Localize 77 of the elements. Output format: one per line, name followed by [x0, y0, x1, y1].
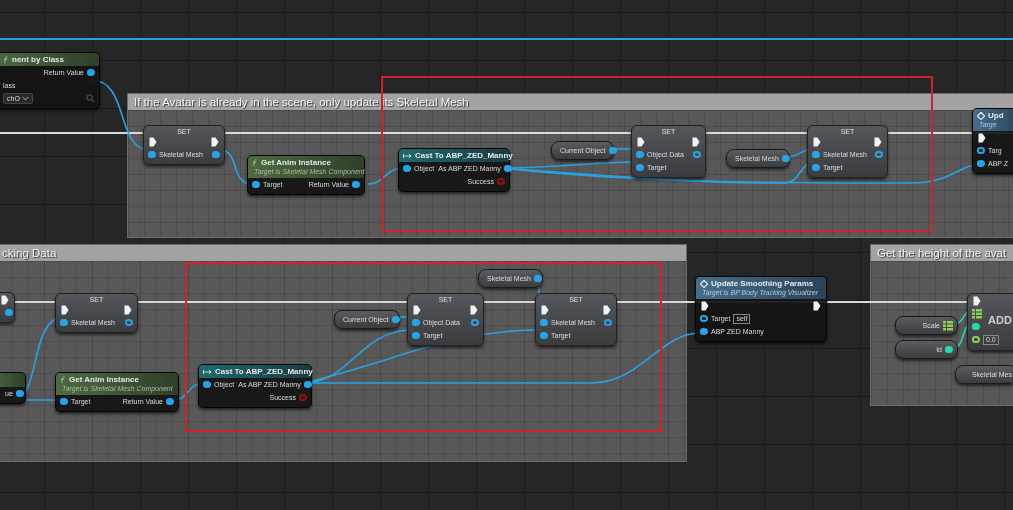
comment-title: If the Avatar is already in the scene, only update its Skeletal Mesh [128, 94, 1013, 110]
caret-icon [21, 96, 29, 101]
pin-connector-icon[interactable] [87, 69, 95, 76]
exec-pin-icon[interactable] [637, 136, 645, 147]
diamond-icon [977, 111, 985, 120]
pin-connector-icon[interactable] [252, 181, 260, 188]
pin-connector-icon[interactable] [503, 165, 512, 172]
pin-connector-icon[interactable] [60, 319, 68, 326]
exec-pin-icon[interactable] [149, 136, 157, 147]
search-icon[interactable] [86, 94, 95, 103]
exec-pin-icon[interactable] [813, 136, 821, 147]
pin-connector-icon[interactable] [977, 147, 985, 154]
pin-connector-icon[interactable] [945, 346, 953, 353]
pin-connector-icon[interactable] [60, 398, 68, 405]
exec-pin-icon[interactable] [541, 304, 549, 315]
function-icon [3, 55, 9, 64]
pin-connector-icon[interactable] [471, 319, 479, 326]
pin-connector-icon[interactable] [15, 390, 24, 397]
exec-pin-icon[interactable] [692, 136, 700, 147]
pin-connector-icon[interactable] [125, 319, 133, 326]
pin-connector-icon[interactable] [636, 164, 644, 171]
node-title: Cast To ABP_ZED_Manny [415, 151, 513, 160]
node-title: Get Anim Instance [261, 158, 331, 167]
pin-connector-icon[interactable] [700, 315, 708, 322]
pin-connector-icon[interactable] [303, 381, 312, 388]
node-title: Update Smoothing Params [711, 279, 814, 288]
cast-arrow-icon [403, 152, 412, 159]
function-icon [60, 375, 66, 384]
pin-connector-icon[interactable] [533, 275, 542, 282]
exec-pin-icon[interactable] [603, 304, 611, 315]
pin-connector-icon[interactable] [636, 151, 644, 158]
pin-connector-icon[interactable] [166, 398, 174, 405]
array-pin-icon[interactable] [972, 308, 982, 319]
exec-pin-icon[interactable] [973, 295, 981, 306]
exec-pin-icon[interactable] [874, 136, 882, 147]
exec-pin-icon[interactable] [61, 304, 69, 315]
exec-pin-icon[interactable] [413, 304, 421, 315]
cast-arrow-icon [203, 368, 212, 375]
exec-pin-icon[interactable] [813, 300, 821, 311]
pin-connector-icon[interactable] [212, 151, 220, 158]
comment-title: Get the height of the avat [871, 245, 1013, 261]
pin-connector-icon[interactable] [875, 151, 883, 158]
pin-connector-icon[interactable] [608, 147, 617, 154]
pin-connector-icon[interactable] [540, 319, 548, 326]
pin-connector-icon[interactable] [972, 323, 980, 330]
pin-connector-icon[interactable] [148, 151, 156, 158]
pin-connector-icon[interactable] [412, 319, 420, 326]
exec-pin-icon[interactable] [124, 304, 132, 315]
pin-connector-icon[interactable] [977, 160, 985, 167]
pin-connector-icon[interactable] [604, 319, 612, 326]
comment-title: cking Data [0, 245, 686, 261]
pin-connector-icon[interactable] [781, 155, 790, 162]
pin-connector-icon[interactable] [203, 381, 211, 388]
pin-connector-icon[interactable] [812, 151, 820, 158]
node-title: nent by Class [12, 55, 64, 64]
node-title: ADD [988, 313, 1012, 326]
node-title: Upd [988, 111, 1004, 120]
function-icon [252, 158, 258, 167]
pin-connector-icon[interactable] [972, 336, 980, 343]
pin-connector-icon[interactable] [391, 316, 400, 323]
diamond-icon [700, 279, 708, 288]
pin-connector-icon[interactable] [352, 181, 360, 188]
pin-connector-icon[interactable] [540, 332, 548, 339]
exec-pin-icon[interactable] [1, 294, 9, 305]
exec-pin-icon[interactable] [701, 300, 709, 311]
pin-connector-icon[interactable] [812, 164, 820, 171]
pin-connector-icon[interactable] [403, 165, 411, 172]
exec-pin-icon[interactable] [470, 304, 478, 315]
pin-connector-icon[interactable] [412, 332, 420, 339]
node-title: Get Anim Instance [69, 375, 139, 384]
pin-connector-icon[interactable] [693, 151, 701, 158]
node-title: Cast To ABP_ZED_Manny [215, 367, 313, 376]
exec-pin-icon[interactable] [978, 132, 986, 143]
pin-connector-icon[interactable] [5, 309, 13, 316]
pin-connector-icon[interactable] [700, 328, 708, 335]
exec-pin-icon[interactable] [211, 136, 219, 147]
array-pin-icon[interactable] [943, 320, 953, 331]
